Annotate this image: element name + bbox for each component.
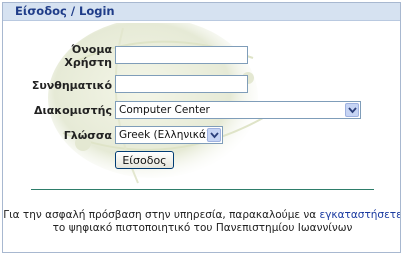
server-selected-value: Computer Center [119, 104, 210, 116]
certificate-notice: Για την ασφαλή πρόσβαση στην υπηρεσία, π… [3, 209, 400, 235]
password-input[interactable] [115, 75, 248, 93]
login-button[interactable]: Είσοδος [115, 151, 174, 169]
language-selected-value: Greek (Ελληνικά) [119, 129, 210, 141]
language-label: Γλώσσα [63, 129, 112, 142]
chevron-down-icon[interactable] [207, 128, 221, 142]
panel-header: Είσοδος / Login [3, 3, 400, 21]
username-label-line1: Όνομα [71, 43, 113, 56]
language-select[interactable]: Greek (Ελληνικά) [115, 126, 223, 144]
login-panel: Είσοδος / Login Όνομα Χρήστη Συνθηματικό… [2, 2, 401, 253]
username-input[interactable] [115, 46, 248, 64]
server-select[interactable]: Computer Center [115, 101, 361, 119]
install-certificate-link[interactable]: εγκαταστήσετε [320, 209, 400, 221]
notice-line2: το ψηφιακό πιστοποιητικό του Πανεπιστημί… [52, 222, 353, 234]
username-label: Όνομα Χρήστη [64, 43, 112, 69]
notice-text: Για την ασφαλή πρόσβαση στην υπηρεσία, π… [3, 209, 320, 221]
notice-line1: Για την ασφαλή πρόσβαση στην υπηρεσία, π… [3, 209, 400, 222]
panel-title: Είσοδος / Login [15, 4, 115, 18]
chevron-down-icon[interactable] [345, 103, 359, 117]
password-label: Συνθηματικό [31, 79, 112, 92]
server-label: Διακομιστής [33, 104, 112, 117]
divider [31, 189, 374, 190]
username-label-line2: Χρήστη [64, 56, 112, 69]
